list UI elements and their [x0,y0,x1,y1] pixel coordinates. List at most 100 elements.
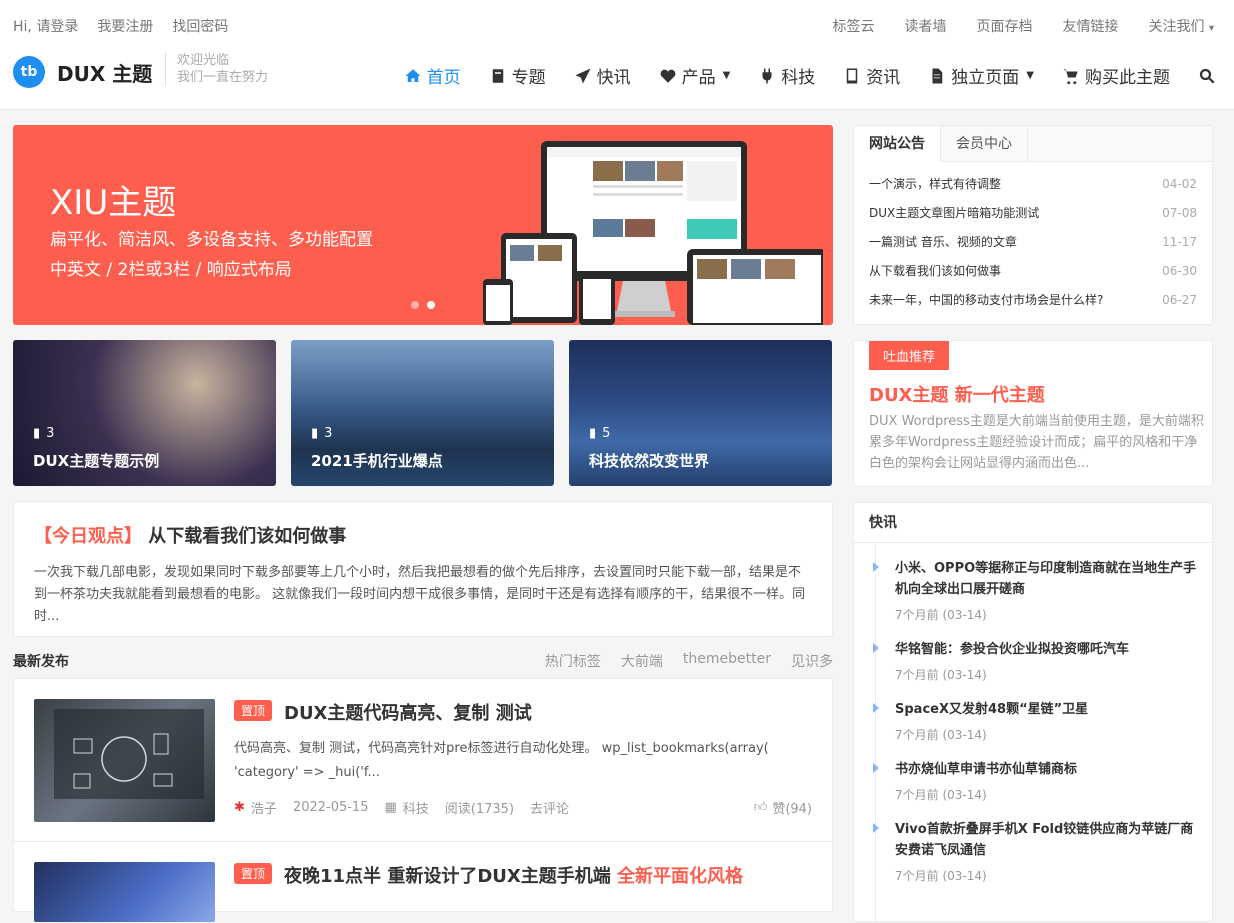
nav-home[interactable]: 首页 [404,63,461,88]
comment-link[interactable]: 去评论 [530,798,569,817]
tag-link[interactable]: 见识多 [791,651,833,671]
flash-item-title: SpaceX又发射48颗“星链”卫星 [895,702,1089,717]
topic-count-value: 3 [46,426,55,441]
latest-header: 最新发布 热门标签 大前端 themebetter 见识多 [13,651,833,673]
notice-text: 一个演示，样式有待调整 [869,177,1002,191]
recover-password-link[interactable]: 找回密码 [172,16,228,36]
search-button[interactable] [1198,67,1216,85]
login-link[interactable]: Hi, 请登录 [13,16,78,36]
post-thumbnail[interactable] [34,862,215,922]
nav-topics-label: 专题 [511,68,546,88]
hot-tags-label: 热门标签 [544,654,601,670]
triangle-right-icon [873,562,879,572]
flash-item-time: 7个月前 (03-14) [895,788,987,802]
triangle-right-icon [873,823,879,833]
book-icon [492,68,503,83]
banner-subtitle: 扁平化、简洁风、多设备支持、多功能配置 中英文 / 2栏或3栏 / 响应式布局 [50,225,373,285]
tag-link[interactable]: themebetter [683,651,771,671]
list-item[interactable]: 小米、OPPO等据称正与印度制造商就在当地生产手机向全球出口展开磋商 7个月前 … [873,558,1200,623]
tag-cloud-link[interactable]: 标签云 [833,16,875,36]
slogan-line-2: 我们一直在努力 [177,70,269,85]
sticky-badge: 置顶 [234,863,273,884]
nav-flash[interactable]: 快讯 [574,63,631,88]
list-item[interactable]: 从下载看我们该如何做事 06-30 [869,257,1197,286]
timeline-line [875,543,876,923]
post-title[interactable]: DUX主题代码高亮、复制 测试 [284,699,532,725]
list-item[interactable]: 华铭智能：参投合伙企业拟投资哪吒汽车 7个月前 (03-14) [873,639,1200,683]
category-icon: ▦ [384,800,397,815]
list-item[interactable]: DUX主题文章图片暗箱功能测试 07-08 [869,199,1197,228]
topic-card-title: DUX主题专题示例 [33,452,160,470]
book-icon: ▮ [589,426,597,441]
notice-date: 06-27 [1162,293,1197,307]
post-date: 2022-05-15 [292,800,369,815]
register-link[interactable]: 我要注册 [97,16,153,36]
nav-flash-label: 快讯 [596,68,631,88]
chevron-down-icon: ▾ [1208,23,1214,34]
topic-card-count: ▮ 3 [33,426,54,441]
topic-card[interactable]: ▮ 3 2021手机行业爆点 [291,340,554,486]
cart-icon [1063,68,1078,84]
file-icon [932,68,943,83]
nav-buy[interactable]: 购买此主题 [1062,63,1170,88]
flash-item-time: 7个月前 (03-14) [895,728,987,742]
topic-card[interactable]: ▮ 3 DUX主题专题示例 [13,340,276,486]
banner-pagination [411,301,435,309]
list-item[interactable]: 一篇测试 音乐、视频的文章 11-17 [869,228,1197,257]
site-logo[interactable]: tb DUX 主题 [13,56,152,88]
main-nav: 首页 专题 快讯 产品 ▼ 科技 资讯 独立页面 ▼ 购买此主题 [404,63,1216,88]
tab-notice[interactable]: 网站公告 [854,126,941,162]
banner-line-1: 扁平化、简洁风、多设备支持、多功能配置 [50,230,373,250]
opinion-title: 从下载看我们该如何做事 [148,526,347,547]
recommend-title[interactable]: DUX主题 新一代主题 [869,381,1045,407]
nav-news[interactable]: 资讯 [843,63,900,88]
list-item[interactable]: 一个演示，样式有待调整 04-02 [869,170,1197,199]
friend-links-link[interactable]: 友情链接 [1063,16,1119,36]
site-name: DUX 主题 [57,61,153,86]
nav-pages-label: 独立页面 [951,68,1020,88]
opinion-heading[interactable]: 【今日观点】 从下载看我们该如何做事 [34,522,812,548]
banner-dot-1[interactable] [411,301,419,309]
like-button[interactable]: 👍︎ 赞(94) [754,798,812,817]
list-item[interactable]: SpaceX又发射48颗“星链”卫星 7个月前 (03-14) [873,699,1200,743]
post-category[interactable]: ▦ 科技 [384,798,428,817]
post-title[interactable]: 夜晚11点半 重新设计了DUX主题手机端 全新平面化风格 [284,862,743,888]
notice-text: 从下载看我们该如何做事 [869,264,1002,278]
opinion-text: 一次我下载几部电影，发现如果同时下载多部要等上几个小时，然后我把最想看的做个先后… [34,565,806,624]
post-thumbnail[interactable] [34,699,215,822]
readers-wall-link[interactable]: 读者墙 [905,16,947,36]
post-views: 阅读(1735) [444,802,515,817]
today-opinion: 【今日观点】 从下载看我们该如何做事 一次我下载几部电影，发现如果同时下载多部要… [13,501,833,637]
follow-us-link[interactable]: 关注我们 ▾ [1149,16,1214,36]
nav-topics[interactable]: 专题 [489,63,546,88]
like-count: 赞(94) [772,802,812,817]
list-item[interactable]: 未来一年，中国的移动支付市场会是什么样? 06-27 [869,286,1197,315]
search-icon [1199,68,1215,84]
nav-pages[interactable]: 独立页面 ▼ [928,63,1034,88]
notice-date: 04-02 [1162,177,1197,191]
author-name: 浩子 [250,802,277,817]
nav-tech[interactable]: 科技 [758,63,815,88]
recommend-text: DUX Wordpress主题是大前端当前使用主题，是大前端积累多年Wordpr… [869,414,1204,471]
banner-dot-2[interactable] [427,301,435,309]
devices-illustration [483,141,823,325]
post-author[interactable]: ✱ 浩子 [234,798,277,817]
tag-link[interactable]: 大前端 [621,651,663,671]
post-item: 置顶 DUX主题代码高亮、复制 测试 代码高亮、复制 测试，代码高亮针对pre标… [13,678,833,842]
hero-banner[interactable]: XIU主题 扁平化、简洁风、多设备支持、多功能配置 中英文 / 2栏或3栏 / … [13,125,833,325]
notice-text: 未来一年，中国的移动支付市场会是什么样? [869,293,1104,307]
plug-icon [762,68,772,83]
notice-list: 一个演示，样式有待调整 04-02 DUX主题文章图片暗箱功能测试 07-08 一篇… [854,162,1212,323]
page-archive-link[interactable]: 页面存档 [977,16,1033,36]
tab-member-center[interactable]: 会员中心 [941,126,1028,161]
list-item[interactable]: Vivo首款折叠屏手机X Fold铰链供应商为苹链厂商安费诺飞凤通信 7个月前 … [873,819,1200,884]
slogan-line-1: 欢迎光临 [177,53,230,68]
recommend-badge: 吐血推荐 [869,341,950,370]
flash-title: 快讯 [854,503,1212,543]
topic-cards: ▮ 3 DUX主题专题示例 ▮ 3 2021手机行业爆点 ▮ 5 科技依然改变世界 [13,340,833,486]
topic-card[interactable]: ▮ 5 科技依然改变世界 [569,340,832,486]
list-item[interactable]: 书亦烧仙草申请书亦仙草铺商标 7个月前 (03-14) [873,759,1200,803]
notice-date: 06-30 [1162,264,1197,278]
opinion-tag: 【今日观点】 [34,526,142,547]
nav-products[interactable]: 产品 ▼ [659,63,730,88]
